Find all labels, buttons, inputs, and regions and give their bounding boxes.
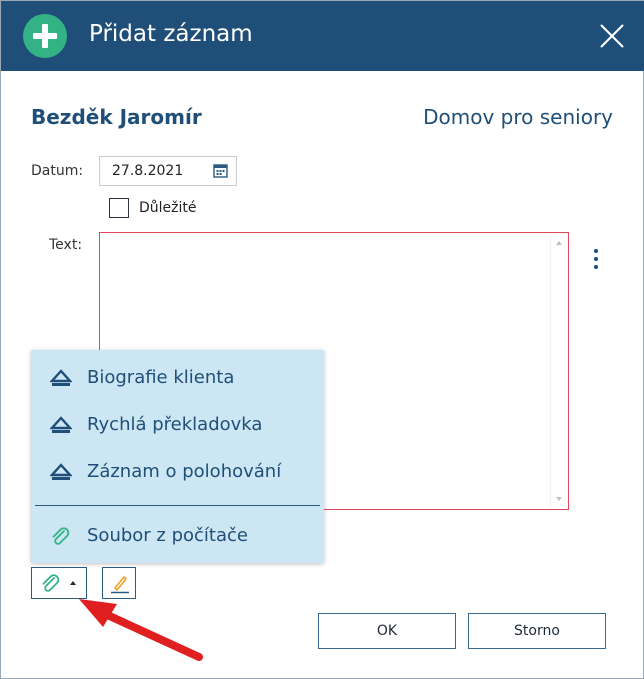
close-icon bbox=[600, 24, 624, 48]
dialog-title: Přidat záznam bbox=[89, 21, 253, 47]
menu-item-client-biography[interactable]: Biografie klienta bbox=[31, 358, 324, 398]
ok-button[interactable]: OK bbox=[318, 613, 456, 649]
menu-item-label: Biografie klienta bbox=[87, 367, 235, 388]
menu-item-positioning-record[interactable]: Záznam o polohování bbox=[31, 452, 324, 492]
menu-item-file-from-computer[interactable]: Soubor z počítače bbox=[31, 516, 324, 556]
calendar-icon[interactable] bbox=[213, 163, 228, 178]
text-scrollbar[interactable] bbox=[550, 235, 566, 507]
pen-icon bbox=[111, 576, 129, 594]
date-label: Datum: bbox=[31, 163, 84, 179]
close-button[interactable] bbox=[595, 19, 629, 53]
insert-menu: Biografie klienta Rychlá překladovka Záz… bbox=[31, 350, 324, 563]
menu-item-label: Soubor z počítače bbox=[87, 525, 248, 546]
more-dot-icon bbox=[594, 265, 598, 269]
more-dot-icon bbox=[594, 249, 598, 253]
more-dot-icon bbox=[594, 257, 598, 261]
text-label: Text: bbox=[49, 237, 83, 253]
paperclip-icon bbox=[42, 574, 60, 592]
important-checkbox[interactable] bbox=[109, 198, 129, 218]
important-label: Důležité bbox=[139, 200, 197, 216]
attach-dropdown-button[interactable] bbox=[31, 567, 87, 599]
template-icon bbox=[50, 463, 72, 480]
add-record-dialog: Přidat záznam Bezděk Jaromír Domov pro s… bbox=[0, 0, 644, 679]
menu-item-label: Rychlá překladovka bbox=[87, 414, 263, 435]
template-icon bbox=[50, 369, 72, 386]
ok-label: OK bbox=[376, 623, 398, 639]
cancel-label: Storno bbox=[514, 623, 560, 639]
scroll-up-icon[interactable] bbox=[556, 241, 562, 245]
date-value: 27.8.2021 bbox=[112, 163, 184, 179]
menu-divider bbox=[35, 505, 320, 506]
menu-item-quick-handover[interactable]: Rychlá překladovka bbox=[31, 405, 324, 445]
template-icon bbox=[50, 416, 72, 433]
dialog-titlebar: Přidat záznam bbox=[1, 1, 644, 71]
more-options-button[interactable] bbox=[589, 247, 603, 271]
date-field[interactable]: 27.8.2021 bbox=[99, 156, 237, 186]
signature-button[interactable] bbox=[102, 567, 136, 599]
cancel-button[interactable]: Storno bbox=[468, 613, 606, 649]
menu-item-label: Záznam o polohování bbox=[87, 461, 282, 482]
add-icon bbox=[23, 14, 67, 58]
client-name: Bezděk Jaromír bbox=[31, 105, 202, 129]
chevron-up-icon bbox=[70, 581, 76, 585]
scroll-down-icon[interactable] bbox=[556, 497, 562, 501]
facility-name: Domov pro seniory bbox=[423, 105, 613, 129]
annotation-arrow-icon bbox=[79, 599, 203, 661]
paperclip-icon bbox=[52, 527, 70, 545]
